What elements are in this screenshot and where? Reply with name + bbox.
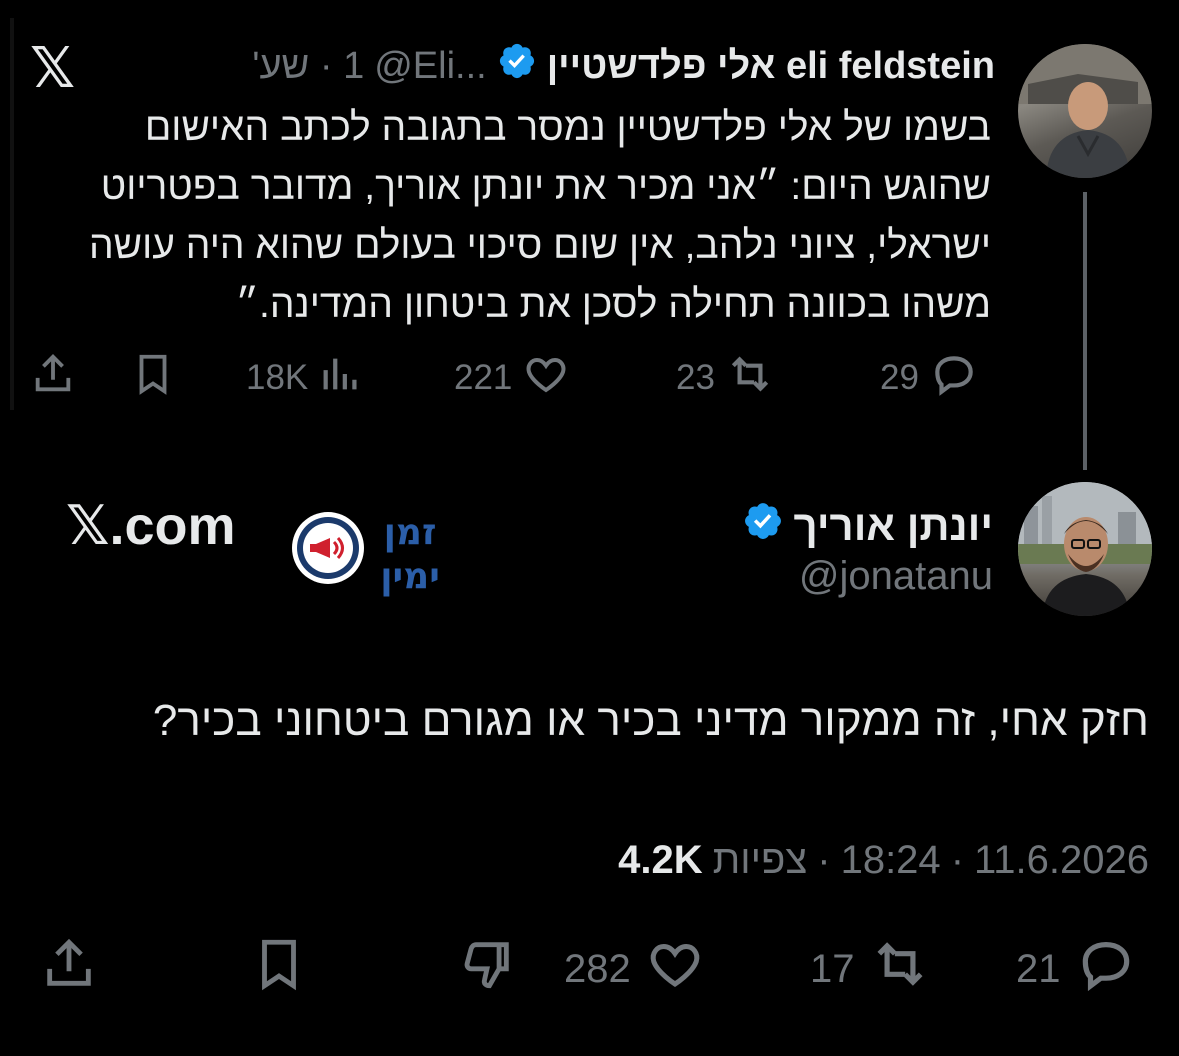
tweet-date[interactable]: 11.6.2026 [974, 838, 1149, 883]
reply-icon [1075, 933, 1137, 1005]
thread-line [1083, 192, 1087, 470]
likes-count: 282 [564, 946, 631, 991]
bookmark-icon [250, 935, 308, 1003]
bookmark-icon [130, 351, 176, 406]
views-label: צפיות [712, 838, 808, 882]
views-count: 4.2K [618, 838, 703, 882]
parent-bookmark-button[interactable] [130, 348, 176, 408]
verified-badge-icon [497, 41, 537, 91]
zman-yamin-logo: זמן ימין [290, 508, 450, 598]
repost-icon [725, 349, 775, 408]
main-tweet-text: חזק אחי, זה ממקור מדיני בכיר או מגורם בי… [152, 696, 1149, 745]
parent-reposts-count: 23 [676, 358, 715, 397]
quoted-border [10, 18, 14, 410]
parent-repost-button[interactable]: 23 [676, 348, 775, 408]
parent-views-count: 18K [246, 358, 309, 397]
reply-icon [929, 349, 979, 408]
share-icon [40, 935, 98, 1003]
downvote-button[interactable] [458, 934, 516, 1004]
avatar-eli[interactable] [1018, 44, 1152, 178]
parent-display-name[interactable]: eli feldstein אלי פלדשטיין [547, 45, 995, 88]
reply-button[interactable]: 21 [1016, 934, 1137, 1004]
verified-badge-icon [742, 500, 784, 552]
parent-tweet-text: בשמו של אלי פלדשטיין נמסר בתגובה לכתב הא… [31, 98, 991, 334]
share-button[interactable] [40, 934, 98, 1004]
x-logo-icon[interactable]: 𝕏 [30, 40, 75, 96]
parent-likes-count: 221 [454, 358, 513, 397]
heart-icon [522, 350, 570, 407]
thumbs-down-icon [458, 935, 516, 1003]
parent-handle[interactable]: @Eli... [374, 45, 486, 88]
replies-count: 21 [1016, 946, 1061, 991]
parent-action-bar: 18K 221 23 29 [30, 348, 995, 408]
parent-text-line: ישראלי, ציוני נלהב, אין שום סיכוי בעולם … [88, 224, 991, 267]
reposts-count: 17 [810, 946, 855, 991]
parent-like-button[interactable]: 221 [454, 348, 570, 408]
logo-text-bottom: ימין [380, 556, 440, 597]
repost-icon [869, 933, 931, 1005]
parent-share-button[interactable] [30, 348, 76, 408]
main-tweet-author: יונתן אוריך [742, 500, 994, 552]
main-action-bar: 282 17 21 [40, 934, 1150, 1004]
parent-reply-button[interactable]: 29 [880, 348, 979, 408]
bookmark-button[interactable] [250, 934, 308, 1004]
parent-text-line: בשמו של אלי פלדשטיין נמסר בתגובה לכתב הא… [144, 106, 991, 149]
parent-views-button[interactable]: 18K [246, 348, 364, 408]
parent-text-line: שהוגש היום: ״אני מכיר את יונתן אוריך, מד… [100, 165, 991, 208]
avatar-jonatan[interactable] [1018, 482, 1152, 616]
parent-tweet-header: eli feldstein אלי פלדשטיין @Eli... 1 · ש… [252, 41, 995, 91]
xcom-watermark: 𝕏.com [66, 496, 236, 556]
tweet-meta: 11.6.2026 · 18:24 · צפיות 4.2K [618, 838, 1149, 883]
share-icon [30, 351, 76, 406]
analytics-icon [318, 351, 364, 406]
repost-button[interactable]: 17 [810, 934, 931, 1004]
parent-replies-count: 29 [880, 358, 919, 397]
main-display-name[interactable]: יונתן אוריך [794, 502, 994, 550]
parent-time[interactable]: 1 · שע' [252, 45, 364, 88]
parent-text-line: משהו בכוונה תחילה לסכן את ביטחון המדינה.… [235, 283, 991, 326]
main-handle[interactable]: @jonatanu [799, 554, 993, 599]
like-button[interactable]: 282 [564, 934, 705, 1004]
tweet-time[interactable]: 18:24 [841, 838, 941, 883]
heart-icon [645, 934, 705, 1004]
logo-text-top: זמן [384, 512, 437, 553]
